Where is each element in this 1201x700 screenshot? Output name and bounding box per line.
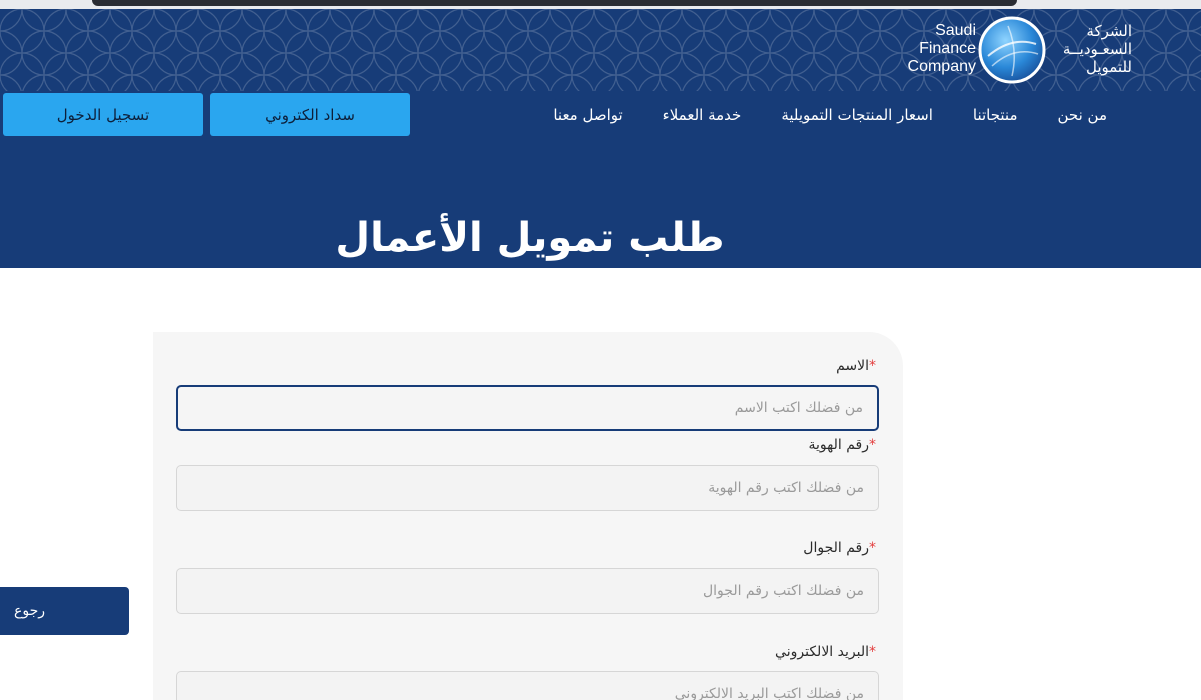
required-mark: * (869, 358, 876, 374)
back-button[interactable]: رجوع (0, 587, 129, 635)
globe-logo-icon (978, 16, 1046, 84)
mobile-input[interactable] (176, 568, 879, 614)
nav-product-prices[interactable]: اسعار المنتجات التمويلية (781, 104, 933, 126)
business-finance-form: *الاسم *رقم الهوية *رقم الجوال *البريد ا… (153, 332, 903, 700)
email-input[interactable] (176, 671, 879, 700)
nav-customer-service[interactable]: خدمة العملاء (663, 104, 742, 126)
name-input[interactable] (176, 385, 879, 431)
nav-about-us[interactable]: من نحن (1058, 104, 1108, 126)
page-title: طلب تمويل الأعمال (335, 215, 725, 261)
required-mark: * (869, 644, 876, 660)
email-label: *البريد الالكتروني (775, 644, 876, 660)
online-payment-button[interactable]: سداد الكتروني (210, 93, 410, 136)
logo-english-text: Saudi Finance Company (907, 22, 976, 75)
company-logo[interactable]: Saudi Finance Company الشركة السعـوديــة… (902, 14, 1132, 86)
logo-arabic-text: الشركة السعـوديــة للتمويل (1062, 22, 1132, 76)
required-mark: * (869, 437, 876, 453)
required-mark: * (869, 540, 876, 556)
login-button[interactable]: تسجيل الدخول (3, 93, 203, 136)
nav-contact-us[interactable]: تواصل معنا (553, 104, 622, 126)
name-label: *الاسم (836, 358, 876, 374)
mobile-label: *رقم الجوال (803, 540, 876, 556)
site-header: Saudi Finance Company الشركة السعـوديــة… (0, 0, 1201, 268)
id-number-input[interactable] (176, 465, 879, 511)
id-number-label: *رقم الهوية (808, 437, 876, 453)
main-nav: من نحن منتجاتنا اسعار المنتجات التمويلية… (553, 104, 1107, 126)
nav-products[interactable]: منتجاتنا (973, 104, 1018, 126)
browser-top-strip (0, 0, 1201, 9)
